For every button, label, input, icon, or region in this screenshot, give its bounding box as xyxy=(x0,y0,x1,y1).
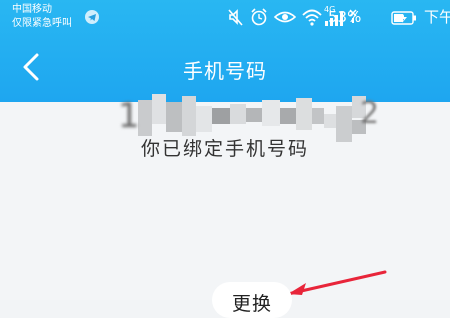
page-title: 手机号码 xyxy=(183,59,267,83)
masked-phone-number xyxy=(118,88,390,148)
carrier-name: 中国移动 xyxy=(12,4,52,15)
phone-digit-blurred: 2 xyxy=(360,96,380,131)
eye-icon xyxy=(274,11,296,23)
battery-icon xyxy=(391,11,416,25)
emergency-calls-only: 仅限紧急呼叫 xyxy=(12,18,72,29)
phone-digit-blurred: 1 xyxy=(118,96,140,136)
change-phone-button[interactable]: 更换 xyxy=(212,282,292,318)
change-phone-label: 更换 xyxy=(232,293,273,315)
status-bar: 中国移动 仅限紧急呼叫 4G 53% 下午 xyxy=(0,0,450,34)
app-header: 中国移动 仅限紧急呼叫 4G 53% 下午 手机号码 xyxy=(0,0,450,102)
clock-partial: 下午 xyxy=(424,8,450,26)
alarm-icon xyxy=(251,8,267,26)
wifi-icon xyxy=(302,9,322,26)
battery-percentage: 53% xyxy=(328,8,362,26)
mute-icon xyxy=(228,9,243,26)
telegram-icon xyxy=(85,10,99,24)
